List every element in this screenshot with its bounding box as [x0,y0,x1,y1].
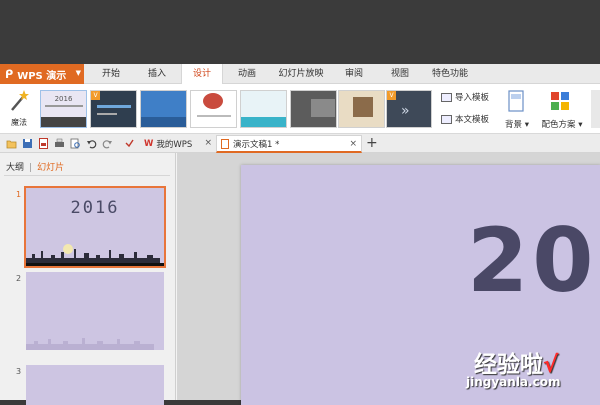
import-template-label: 导入模板 [455,93,490,103]
slide-1-year: 2016 [70,198,120,218]
thumb-line [45,105,83,107]
tab-my-wps-label: 我的WPS [156,140,193,150]
menu-bar: ᑭ WPS 演示 ▼ 开始 插入 设计 动画 幻灯片放映 审阅 视图 特色功能 [0,64,600,85]
import-template-button[interactable]: 导入模板 [441,91,489,103]
slide-number: 3 [16,367,22,376]
desktop-background [0,0,600,64]
tab-document-1-label: 演示文稿1 * [233,139,280,150]
tab-slideshow[interactable]: 幻灯片放映 [272,64,330,84]
new-tab-button[interactable]: + [366,135,378,151]
color-scheme-icon [551,92,569,110]
slide-thumbnail-1[interactable]: 2016 [24,186,166,268]
template-thumb-6[interactable] [290,90,337,128]
export-pdf-icon[interactable] [38,138,49,149]
app-name: WPS 演示 [17,70,67,82]
thumb-line [197,115,231,117]
slide-number: 1 [16,190,22,199]
tab-review[interactable]: 审阅 [334,64,374,84]
document-template-icon [441,114,452,124]
thumb-circle [203,93,223,109]
slide-thumbnail-3[interactable] [26,365,164,405]
premium-badge-icon: V [91,91,100,100]
magic-button[interactable]: 魔法 [4,86,34,132]
close-icon[interactable]: × [349,139,357,149]
template-thumb-7[interactable] [338,90,385,128]
open-folder-icon[interactable] [6,138,17,149]
tab-document-1[interactable]: 演示文稿1 * × [216,135,362,153]
template-thumb-4[interactable] [190,90,237,128]
close-icon[interactable]: × [204,138,212,148]
watermark-title: 经验啦√ [474,352,559,378]
thumb-line [97,105,131,108]
site-watermark: 经验啦√ jingyanla.com [466,345,598,397]
thumb-band [141,117,186,127]
background-button[interactable]: 背景 ▾ [499,88,533,132]
thumb-photo [353,97,373,117]
chevron-right-icon: » [401,103,410,119]
save-icon[interactable] [22,138,33,149]
background-icon [508,90,524,112]
template-thumb-5[interactable] [240,90,287,128]
thumb-photo [311,99,335,117]
tab-animation[interactable]: 动画 [226,64,268,84]
watermark-url: jingyanla.com [466,375,561,389]
customize-toolbar-icon[interactable] [124,138,135,149]
city-skyline [26,244,164,266]
template-icon [441,92,452,102]
tab-home[interactable]: 开始 [90,64,132,84]
pane-tabs: 大纲 | 幻灯片 [6,163,65,173]
slide-number: 2 [16,274,22,283]
presentation-file-icon [221,138,229,149]
template-thumb-3[interactable] [140,90,187,128]
ribbon-overflow[interactable] [591,90,600,128]
this-doc-template-button[interactable]: 本文模板 [441,113,489,125]
template-thumb-1[interactable]: 2016 [40,90,87,128]
faded-skyline [26,338,154,350]
app-menu-button[interactable]: ᑭ WPS 演示 ▼ [0,64,84,84]
thumb-band [241,117,286,127]
slides-pane: 大纲 | 幻灯片 1 2016 2 3 [0,153,176,405]
color-scheme-label: 配色方案 ▾ [541,120,583,130]
slide-thumbnail-2[interactable] [26,272,164,350]
tab-slides[interactable]: 幻灯片 [37,163,64,173]
tab-insert[interactable]: 插入 [136,64,178,84]
this-doc-template-label: 本文模板 [455,115,490,125]
template-thumb-year: 2016 [54,95,73,103]
slide-title-year[interactable]: 201 [467,209,600,312]
wps-w-icon: W [144,139,154,149]
redo-icon[interactable] [102,138,113,149]
tab-view[interactable]: 视图 [380,64,420,84]
tab-special-features[interactable]: 特色功能 [426,64,474,84]
tab-design[interactable]: 设计 [181,64,223,85]
color-scheme-button[interactable]: 配色方案 ▾ [540,88,582,132]
print-preview-icon[interactable] [70,138,81,149]
template-thumb-2[interactable]: V [90,90,137,128]
magic-label: 魔法 [11,118,27,127]
thumb-line [97,113,117,115]
magic-wand-icon [11,90,29,111]
document-tab-bar: W 我的WPS × 演示文稿1 * × + [0,134,600,153]
design-ribbon: 魔法 2016 V V » 导入模板 本文模板 背景 ▾ 配色方案 ▾ [0,84,600,134]
thumb-skyline [41,117,86,127]
print-icon[interactable] [54,138,65,149]
pane-divider [4,175,170,176]
chevron-down-icon: ▼ [75,69,81,77]
template-thumb-8[interactable]: V » [386,90,432,128]
undo-icon[interactable] [86,138,97,149]
premium-badge-icon: V [387,91,396,100]
wps-logo-icon: ᑭ [5,67,14,81]
tab-outline[interactable]: 大纲 [6,163,24,173]
tab-my-wps[interactable]: W 我的WPS × [140,135,216,153]
background-label: 背景 ▾ [505,120,529,130]
